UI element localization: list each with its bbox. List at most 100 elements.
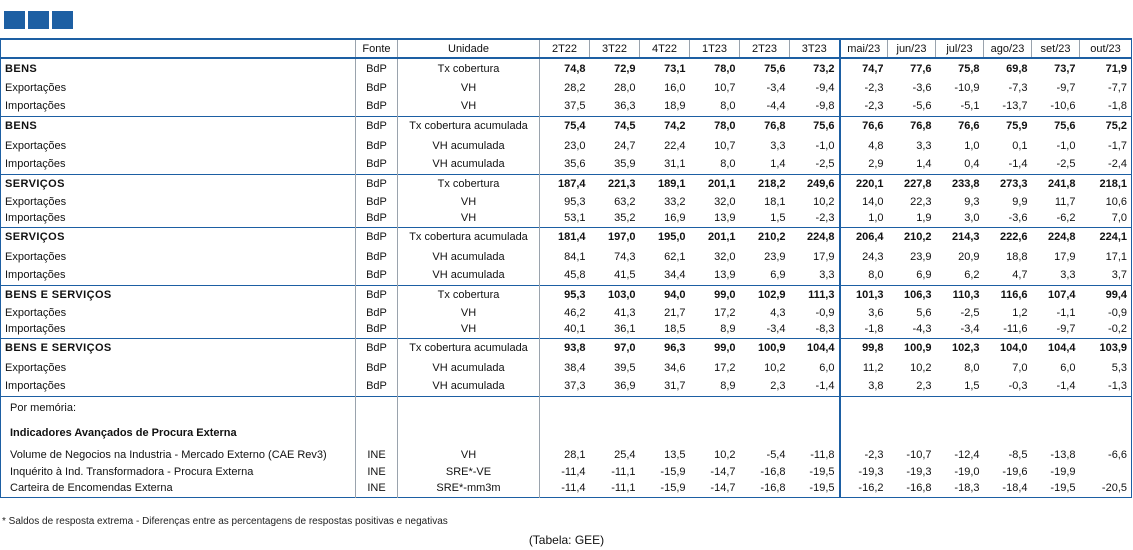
value-cell: 75,6 [1054,120,1076,133]
value-cell: 24,3 [862,250,884,263]
value-cell: -19,3 [906,465,932,478]
header-month: out/23 [1079,39,1132,58]
value-cell: 33,2 [664,195,686,208]
value-cell: 96,3 [664,342,686,355]
value-cell: 18,8 [1006,250,1028,263]
value-cell: -9,8 [789,97,841,116]
row-source: BdP [355,358,398,377]
value-cell: -16,8 [906,482,932,495]
value-cell: 1,5 [770,212,786,225]
value-cell: -3,4 [766,323,786,336]
value-cell: 5,6 [916,306,932,319]
row-unit: Tx cobertura acumulada [397,116,540,136]
row-source: BdP [355,136,398,155]
value-cell [1079,463,1132,480]
value-cell: 8,9 [720,380,736,393]
empty-cell [690,420,740,446]
empty-cell [840,396,888,420]
header-row: Fonte Unidade 2T22 3T22 4T22 1T23 2T23 3… [0,39,1132,58]
value-cell: -5,4 [766,448,786,461]
logo-square [52,11,73,29]
row-source: BdP [355,227,398,247]
value-cell: 197,0 [607,231,636,244]
value-cell: 75,2 [1079,116,1132,136]
empty-cell [740,420,790,446]
table-row: Exportações BdP VH acumulada 23,0 24,7 22,4 10… [0,136,1132,155]
value-cell: -10,9 [954,81,980,94]
header-quarter: 3T22 [589,39,640,58]
row-source: BdP [355,58,398,78]
row-unit: VH acumulada [397,155,540,174]
value-cell: 45,8 [564,269,586,282]
empty-cell [840,420,888,446]
empty-cell [397,396,540,420]
row-unit: VH [397,321,540,338]
value-cell: 28,2 [564,81,586,94]
section-header-row: BENS BdP Tx cobertura 74,8 72,9 73,1 78,0 75,6 7… [0,58,1132,78]
header-quarter: 2T23 [739,39,790,58]
value-cell: 1,9 [916,212,932,225]
value-cell: -4,3 [912,323,932,336]
value-cell: 18,1 [764,195,786,208]
value-cell: 227,8 [903,177,932,190]
value-cell: -12,4 [954,448,980,461]
value-cell: 187,4 [557,177,586,190]
value-cell: 99,0 [714,342,736,355]
value-cell: 99,8 [862,342,884,355]
value-cell: -3,4 [766,81,786,94]
value-cell: -1,1 [1056,306,1076,319]
value-cell: 111,3 [789,285,841,304]
value-cell: -2,3 [864,100,884,113]
value-cell: -13,7 [1002,100,1028,113]
row-unit: Tx cobertura acumulada [397,227,540,247]
value-cell: 28,0 [614,81,636,94]
value-cell: 75,6 [764,62,786,75]
value-cell: 221,3 [607,177,636,190]
row-label: BENS [0,58,356,78]
value-cell: 31,7 [664,380,686,393]
table-section: BENS E SERVIÇOS BdP Tx cobertura 95,3 103,0 9… [0,285,1132,338]
value-cell: -9,7 [1056,323,1076,336]
value-cell: 224,8 [1047,231,1076,244]
row-label: Carteira de Encomendas Externa [0,480,356,497]
table-section: BENS BdP Tx cobertura acumulada 75,4 74,5 74,… [0,116,1132,174]
value-cell: 97,0 [614,342,636,355]
value-cell: 17,2 [714,306,736,319]
value-cell: 95,3 [564,288,586,301]
row-label: Importações [0,321,356,338]
header-month: mai/23 [839,39,888,58]
table-row: Exportações BdP VH acumulada 84,1 74,3 62,1 32… [0,247,1132,266]
value-cell: 10,2 [789,193,841,210]
value-cell: 36,1 [614,323,636,336]
value-cell: -18,3 [954,482,980,495]
value-cell: 1,0 [868,212,884,225]
value-cell: -1,8 [864,323,884,336]
value-cell: -2,3 [864,448,884,461]
value-cell: 3,8 [868,380,884,393]
value-cell: -0,9 [1079,304,1132,321]
value-cell: 2,3 [916,380,932,393]
value-cell: -7,7 [1079,78,1132,97]
value-cell: 214,3 [951,231,980,244]
value-cell: 17,9 [789,247,841,266]
value-cell: 37,5 [564,100,586,113]
row-source: BdP [355,338,398,358]
row-source: BdP [355,174,398,193]
header-quarter: 1T23 [689,39,740,58]
value-cell: -2,5 [789,155,841,174]
section-header-row: BENS E SERVIÇOS BdP Tx cobertura acumulada… [0,338,1132,358]
value-cell: 95,3 [564,195,586,208]
value-cell: 7,0 [1079,210,1132,227]
value-cell: 4,3 [770,306,786,319]
value-cell: 34,6 [664,361,686,374]
row-unit: SRE*-mm3m [397,480,540,497]
value-cell: 41,3 [614,306,636,319]
row-source: BdP [355,304,398,321]
row-source: INE [355,480,398,497]
value-cell: -16,8 [760,482,786,495]
value-cell: -2,4 [1079,155,1132,174]
value-cell: 2,9 [868,158,884,171]
gee-logo-icon [4,11,73,29]
value-cell: -5,1 [960,100,980,113]
empty-cell [355,396,398,420]
